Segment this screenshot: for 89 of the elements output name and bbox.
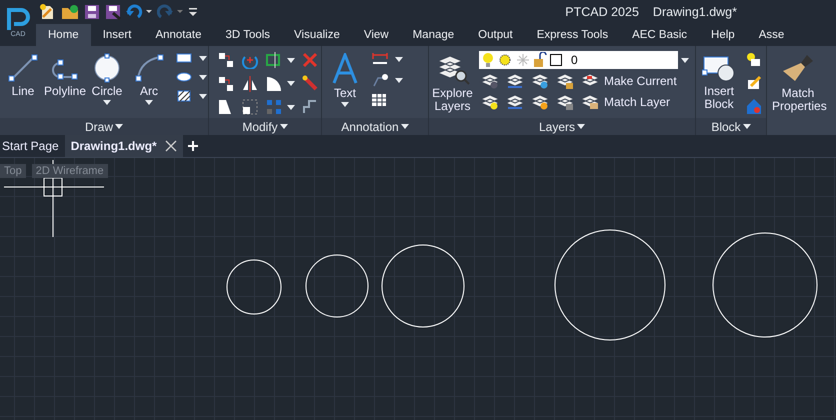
caret-icon[interactable] [341,102,349,107]
undo-icon[interactable] [126,4,152,20]
panel-title[interactable]: Layers [538,120,576,134]
ribbon-tab[interactable]: View [352,24,401,46]
caret-icon[interactable] [395,56,403,62]
scale-icon[interactable] [241,98,259,116]
arc-icon [134,53,164,83]
caret-icon[interactable] [115,124,123,129]
move-icon[interactable] [217,51,235,69]
caret-icon[interactable] [577,124,586,129]
ribbon-tab[interactable]: Annotate [143,24,214,46]
layers-icon [579,93,601,111]
draw-tool-button[interactable]: Arc [129,51,169,107]
copy-icon[interactable] [217,74,235,93]
caret-icon[interactable] [681,58,689,62]
ribbon-tab[interactable]: Visualize [282,24,352,46]
mirror-icon[interactable] [241,74,259,93]
lightbulb-icon [482,52,494,68]
table-icon[interactable] [371,93,387,107]
layer-tool-icon[interactable] [554,93,576,111]
explore-layers-button[interactable]: Explore Layers [432,51,473,115]
ellipse-icon[interactable] [175,70,193,84]
ribbon-tab[interactable]: 3D Tools [214,24,282,46]
draw-tool-button[interactable]: Circle [87,51,127,107]
add-tab-icon[interactable] [186,140,199,152]
caret-icon[interactable] [280,124,288,129]
layer-name: 0 [571,53,578,67]
draw-tool-button[interactable]: Polyline [45,51,85,100]
caret-icon[interactable] [400,124,409,129]
open-folder-icon[interactable] [61,3,79,21]
match-properties-button[interactable]: Match Properties [770,51,826,115]
draw-tool-button[interactable]: Line [3,51,43,100]
panel-title[interactable]: Draw [84,120,113,134]
document-tab[interactable]: Start Page [0,135,61,157]
caret-icon[interactable] [287,81,295,86]
insert-block-button[interactable]: Insert Block [699,51,739,113]
leader-icon[interactable] [371,72,389,88]
circle-icon [92,53,122,83]
layer-action-button[interactable]: Match Layer [579,93,670,111]
ribbon-tab[interactable]: AEC Basic [620,24,700,46]
layer-action-button[interactable]: Make Current [579,72,677,90]
ribbon-tab[interactable]: Asse [746,24,796,46]
save-icon[interactable] [84,4,100,20]
trim-icon[interactable] [265,51,283,69]
circle-shape [306,254,368,318]
circle-shape [226,260,282,314]
caret-icon[interactable] [103,100,111,105]
layer-dropdown[interactable]: 0 [479,51,692,69]
snowflake-icon [516,53,530,67]
explode-icon[interactable] [301,74,319,93]
caret-icon[interactable] [287,104,295,110]
hatch-icon[interactable] [175,89,193,103]
ribbon-tab[interactable]: Help [699,24,747,46]
sun-icon [497,52,513,68]
ribbon-tab[interactable]: Output [466,24,525,46]
padlock-icon [533,52,547,68]
new-file-icon[interactable] [38,3,56,21]
caret-icon[interactable] [287,58,295,62]
layer-tool-icon[interactable] [529,93,551,111]
caret-icon[interactable] [199,56,207,60]
document-tab[interactable]: Drawing1.dwg* [64,135,183,157]
ribbon-tab[interactable]: Manage [400,24,466,46]
text-tool-button[interactable]: Text [325,51,365,109]
save-as-icon[interactable] [105,4,121,20]
create-block-icon[interactable] [745,51,763,69]
letter-icon [330,53,360,85]
layer-tool-icon[interactable] [529,72,551,90]
rectangle-icon[interactable] [175,51,193,65]
caret-icon[interactable] [742,124,751,129]
line-icon [8,53,38,83]
caret-icon[interactable] [199,94,207,98]
document-title: Drawing1.dwg* [652,5,737,19]
layer-tool-icon[interactable] [479,72,501,90]
layer-tool-icon[interactable] [554,72,576,90]
close-icon[interactable] [164,140,177,152]
caret-icon[interactable] [145,100,153,105]
ribbon-tab[interactable]: Home [36,24,91,46]
app-title: PTCAD 2025 [565,5,639,19]
caret-icon[interactable] [199,74,207,80]
fillet-icon[interactable] [265,74,283,93]
ribbon-tab[interactable]: Express Tools [524,24,620,46]
ribbon-tab[interactable]: Insert [90,24,144,46]
dimension-icon[interactable] [371,51,389,67]
pencil-icon[interactable] [745,74,763,92]
layer-tool-icon[interactable] [479,93,501,111]
logo-icon [5,6,31,30]
color-swatch [550,54,562,66]
caret-icon[interactable] [395,78,403,82]
customize-menu-icon[interactable] [188,6,198,18]
